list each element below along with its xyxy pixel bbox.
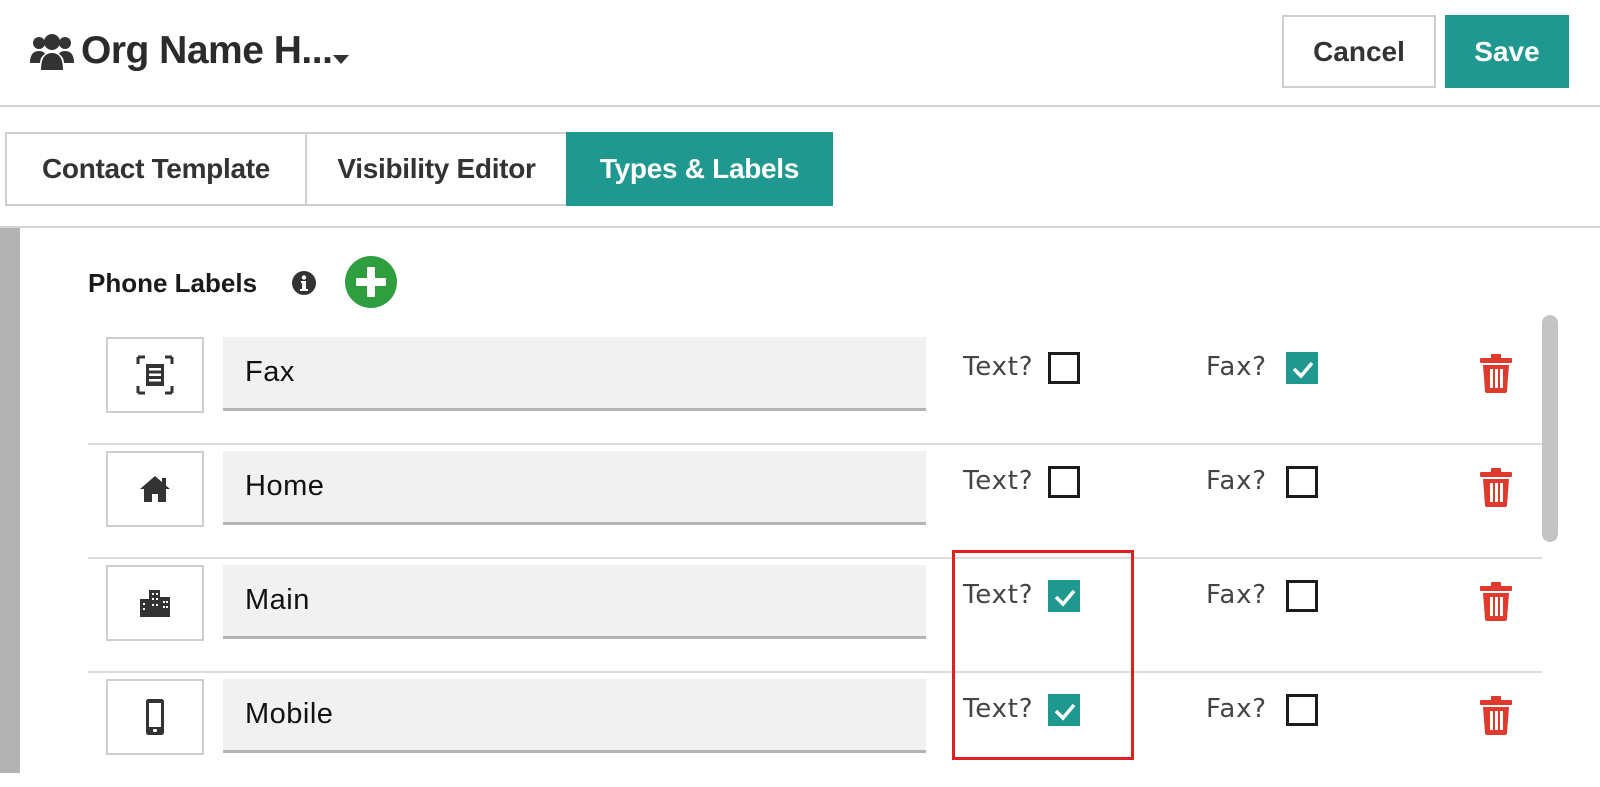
fax-checkbox[interactable] (1286, 352, 1318, 384)
fax-checkbox-label: Fax? (1206, 352, 1267, 382)
type-selector-button[interactable] (106, 451, 204, 527)
label-input[interactable] (223, 337, 926, 411)
mobile-icon (146, 699, 164, 735)
phone-label-row: Text? Fax? (88, 445, 1542, 559)
label-input[interactable] (223, 451, 926, 525)
cancel-button[interactable]: Cancel (1282, 15, 1436, 88)
org-name-title[interactable]: Org Name H... (81, 28, 333, 74)
phone-label-row: Text? Fax? (88, 331, 1542, 445)
users-icon (30, 34, 74, 70)
trash-icon[interactable] (1480, 581, 1512, 621)
tab-bar: Contact Template Visibility Editor Types… (0, 108, 1600, 228)
checkmark-icon (1054, 589, 1076, 607)
scrollbar[interactable] (1542, 315, 1558, 542)
trash-icon[interactable] (1480, 467, 1512, 507)
left-rail (0, 228, 20, 773)
info-icon[interactable] (291, 270, 317, 296)
phone-label-row: Text? Fax? (88, 673, 1542, 787)
tab-contact-template[interactable]: Contact Template (5, 132, 307, 206)
text-checkbox[interactable] (1048, 466, 1080, 498)
label-input[interactable] (223, 679, 926, 753)
type-selector-button[interactable] (106, 337, 204, 413)
fax-checkbox-label: Fax? (1206, 580, 1267, 610)
fax-checkbox-label: Fax? (1206, 694, 1267, 724)
building-icon (140, 590, 170, 617)
fax-icon (136, 355, 174, 395)
phone-label-row: Text? Fax? (88, 559, 1542, 673)
text-checkbox[interactable] (1048, 352, 1080, 384)
fax-checkbox-label: Fax? (1206, 466, 1267, 496)
text-checkbox-label: Text? (963, 694, 1034, 724)
section-title: Phone Labels (88, 268, 258, 298)
fax-checkbox[interactable] (1286, 580, 1318, 612)
fax-checkbox[interactable] (1286, 694, 1318, 726)
trash-icon[interactable] (1480, 353, 1512, 393)
fax-checkbox[interactable] (1286, 466, 1318, 498)
tab-types-labels[interactable]: Types & Labels (566, 132, 833, 206)
trash-icon[interactable] (1480, 695, 1512, 735)
text-checkbox[interactable] (1048, 580, 1080, 612)
checkmark-icon (1054, 703, 1076, 721)
checkmark-icon (1292, 361, 1314, 379)
home-icon (140, 476, 170, 502)
label-input[interactable] (223, 565, 926, 639)
tab-visibility-editor[interactable]: Visibility Editor (305, 132, 568, 206)
text-checkbox-label: Text? (963, 466, 1034, 496)
chevron-down-icon[interactable] (333, 55, 349, 64)
text-checkbox-label: Text? (963, 580, 1034, 610)
page-header: Org Name H... Cancel Save (0, 0, 1600, 107)
save-button[interactable]: Save (1445, 15, 1569, 88)
add-circle-icon[interactable] (344, 255, 398, 309)
type-selector-button[interactable] (106, 679, 204, 755)
type-selector-button[interactable] (106, 565, 204, 641)
text-checkbox[interactable] (1048, 694, 1080, 726)
text-checkbox-label: Text? (963, 352, 1034, 382)
